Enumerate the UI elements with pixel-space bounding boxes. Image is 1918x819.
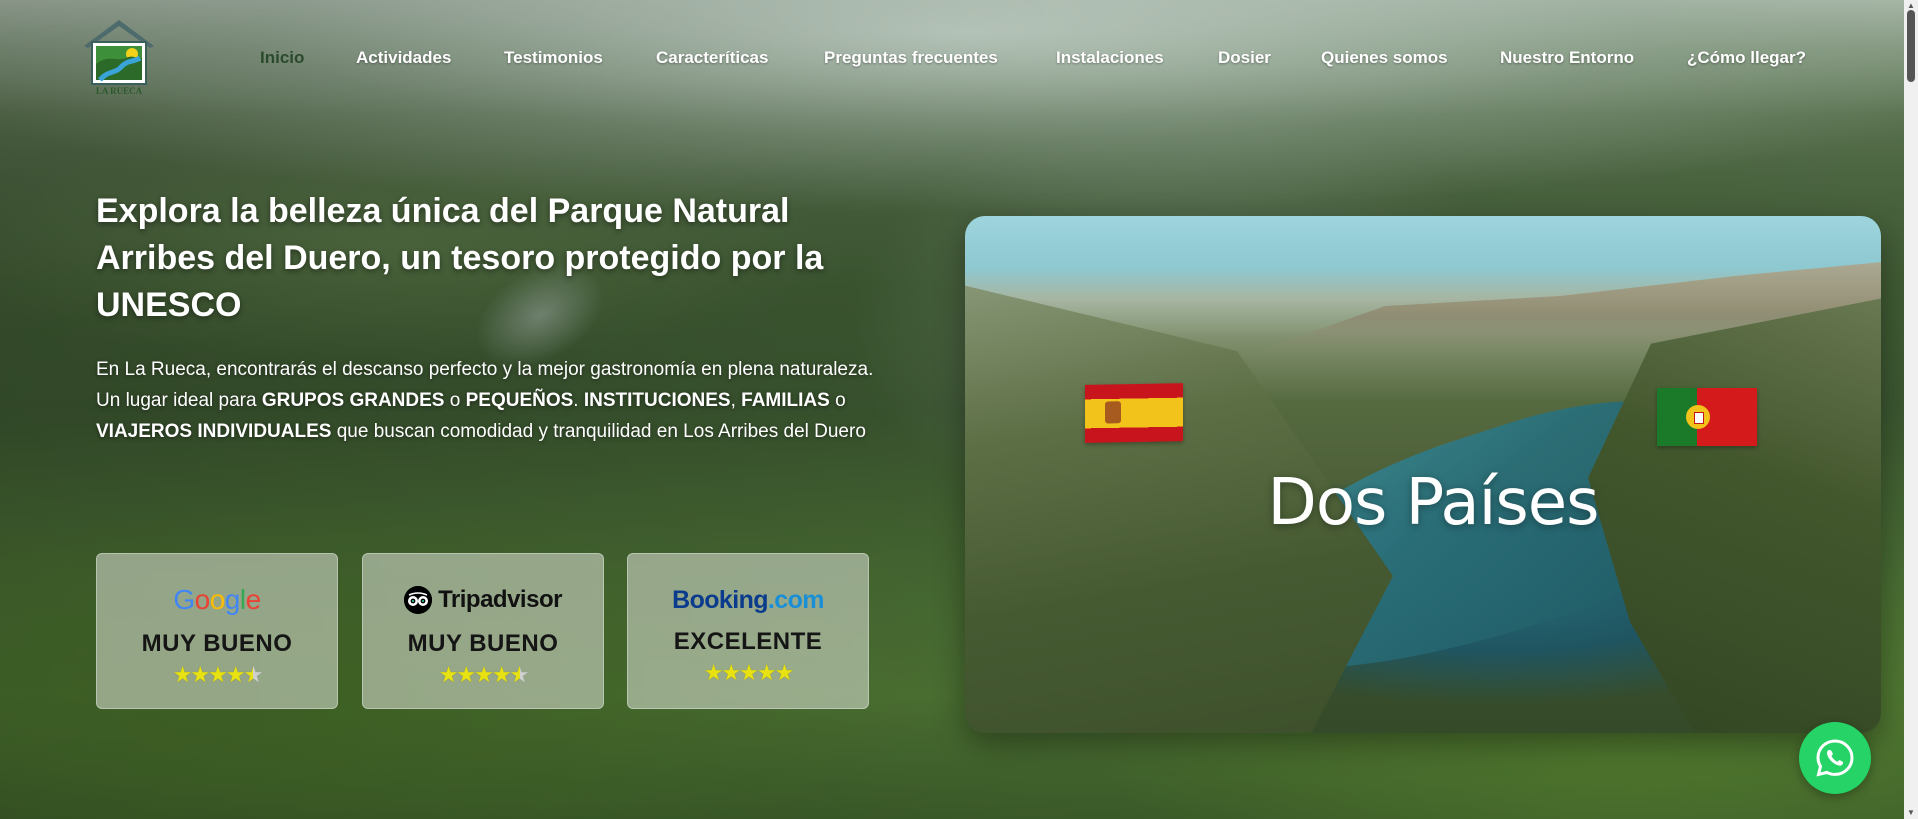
google-logo: Google <box>97 582 337 618</box>
whatsapp-button[interactable] <box>1799 722 1871 794</box>
booking-domain: .com <box>767 586 825 614</box>
nav-item-preguntas-frecuentes[interactable]: Preguntas frecuentes <box>824 48 998 68</box>
booking-logo: Booking.com <box>628 582 868 618</box>
site-header: LA RUECA Inicio Actividades Testimonios … <box>0 0 1918 110</box>
review-card-tripadvisor[interactable]: Tripadvisor MUY BUENO ★★★★★ ★ <box>362 553 604 709</box>
page-scrollbar[interactable]: ▲ ▼ <box>1904 0 1918 819</box>
review-rating-text: MUY BUENO <box>141 630 293 657</box>
tripadvisor-wordmark: Tripadvisor <box>438 586 562 613</box>
google-wordmark: Google <box>173 584 261 615</box>
nav-item-testimonios[interactable]: Testimonios <box>504 48 603 68</box>
tripadvisor-logo: Tripadvisor <box>363 582 603 618</box>
hero-title: Explora la belleza única del Parque Natu… <box>96 192 824 324</box>
review-rating-text: MUY BUENO <box>407 630 559 657</box>
hero-description: En La Rueca, encontrarás el descanso per… <box>96 359 874 442</box>
scroll-down-arrow-icon[interactable]: ▼ <box>1907 809 1915 817</box>
spain-flag-icon <box>1085 383 1183 443</box>
nav-item-dosier[interactable]: Dosier <box>1218 48 1271 68</box>
nav-item-inicio[interactable]: Inicio <box>260 48 304 68</box>
nav-item-como-llegar[interactable]: ¿Cómo llegar? <box>1687 48 1806 68</box>
scroll-up-arrow-icon[interactable]: ▲ <box>1907 2 1915 10</box>
review-card-google[interactable]: Google MUY BUENO ★★★★★★ <box>96 553 338 709</box>
nav-item-actividades[interactable]: Actividades <box>356 48 451 68</box>
review-rating-text: EXCELENTE <box>673 628 823 655</box>
site-logo[interactable]: LA RUECA <box>82 18 156 100</box>
portugal-flag-icon <box>1657 388 1757 446</box>
nav-item-quienes-somos[interactable]: Quienes somos <box>1321 48 1448 68</box>
video-panel[interactable]: Dos Países <box>965 216 1881 733</box>
star-rating: ★★★★★★ <box>438 662 530 687</box>
video-title: Dos Países <box>1267 466 1600 540</box>
booking-wordmark: Booking <box>672 586 768 614</box>
tripadvisor-owl-icon <box>404 586 433 614</box>
nav-item-nuestro-entorno[interactable]: Nuestro Entorno <box>1500 48 1634 68</box>
star-rating: ★★★★★ <box>703 660 795 685</box>
review-card-booking[interactable]: Booking.com EXCELENTE ★★★★★ <box>627 553 869 709</box>
nav-item-caracteristicas[interactable]: Caracteríticas <box>656 48 768 68</box>
scrollbar-thumb[interactable] <box>1907 10 1915 82</box>
nav-item-instalaciones[interactable]: Instalaciones <box>1056 48 1164 68</box>
house-logo-icon <box>84 20 154 85</box>
whatsapp-icon <box>1816 739 1854 777</box>
star-rating: ★★★★★★ <box>172 662 264 687</box>
logo-text: LA RUECA <box>95 86 143 96</box>
